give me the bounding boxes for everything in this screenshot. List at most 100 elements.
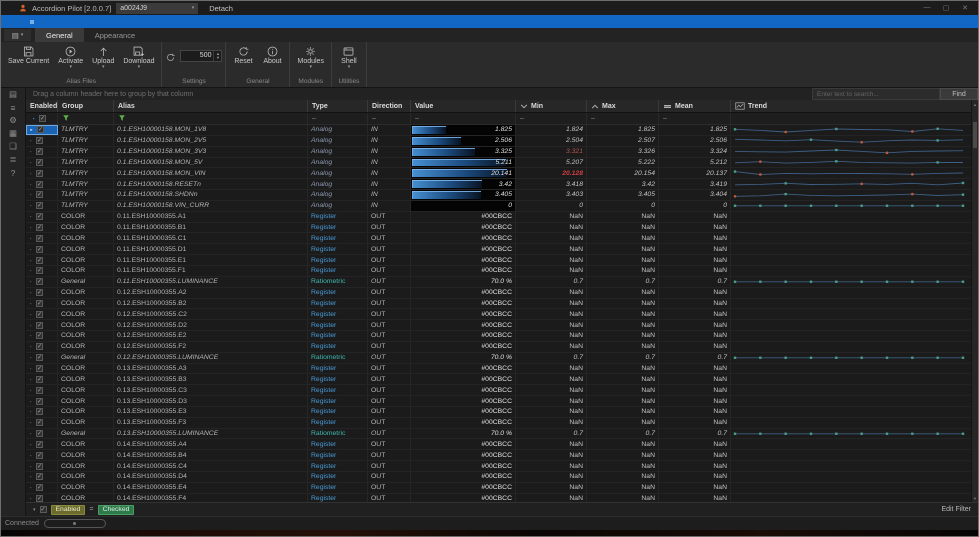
column-header-max[interactable]: Max [587,100,659,112]
type-cell[interactable]: Register [308,472,368,482]
minimize-button[interactable]: — [922,4,932,12]
type-cell[interactable]: Register [308,418,368,428]
filter-mean-cell[interactable]: – [659,113,731,124]
enabled-checkbox[interactable] [36,473,43,480]
sidebar-chart-icon[interactable]: ▦ [4,128,22,139]
column-header-min[interactable]: Min [516,100,587,112]
enabled-checkbox[interactable] [36,322,43,329]
filter-value-cell[interactable]: – [411,113,516,124]
enabled-checkbox[interactable] [36,181,43,188]
table-row[interactable]: ▪COLOR0.12.ESH10000355.C2RegisterOUT#00C… [26,309,971,320]
table-row[interactable]: ▪COLOR0.13.ESH10000355.E3RegisterOUT#00C… [26,407,971,418]
type-cell[interactable]: Analog [308,190,368,200]
table-row[interactable]: ▪COLOR0.12.ESH10000355.F2RegisterOUT#00C… [26,342,971,353]
table-row[interactable]: ▸TLMTRY0.1.ESH10000158.MON_1V8AnalogIN1.… [26,125,971,136]
filter-checkbox[interactable] [39,115,46,122]
enabled-cell[interactable]: ▪ [26,179,58,189]
table-row[interactable]: ▪COLOR0.12.ESH10000355.D2RegisterOUT#00C… [26,320,971,331]
table-row[interactable]: ▪COLOR0.13.ESH10000355.F3RegisterOUT#00C… [26,418,971,429]
type-cell[interactable]: Analog [308,147,368,157]
filter-alias-cell[interactable] [114,113,308,124]
upload-button[interactable]: Upload ▾ [88,43,118,70]
enabled-checkbox[interactable] [36,148,43,155]
filter-field-tag[interactable]: Enabled [51,505,86,515]
detach-button[interactable]: Detach [209,4,233,13]
table-row[interactable]: ▪TLMTRY0.1.ESH10000158.MON_VINAnalogIN20… [26,168,971,179]
filter-trend-cell[interactable] [731,113,971,124]
table-row[interactable]: ▪TLMTRY0.1.ESH10000158.MON_3V3AnalogIN3.… [26,147,971,158]
enabled-cell[interactable]: ▪ [26,418,58,428]
column-header-trend[interactable]: Trend [731,100,971,112]
enabled-cell[interactable]: ▪ [26,407,58,417]
type-cell[interactable]: Register [308,223,368,233]
group-by-bar[interactable]: Drag a column header here to group by th… [26,88,978,100]
enabled-cell[interactable]: ▸ [26,125,58,135]
enabled-cell[interactable]: ▪ [26,147,58,157]
type-cell[interactable]: Register [308,309,368,319]
enabled-checkbox[interactable] [37,126,44,133]
enabled-cell[interactable]: ▪ [26,288,58,298]
spinner-arrows[interactable]: ▲▼ [213,51,221,61]
enabled-cell[interactable]: ▪ [26,483,58,493]
column-header-value[interactable]: Value [411,100,516,112]
enabled-cell[interactable]: ▪ [26,255,58,265]
enabled-checkbox[interactable] [36,202,43,209]
enabled-cell[interactable]: ▪ [26,396,58,406]
table-row[interactable]: ▪COLOR0.13.ESH10000355.C3RegisterOUT#00C… [26,385,971,396]
filter-type-cell[interactable]: – [308,113,368,124]
type-cell[interactable]: Register [308,439,368,449]
table-row[interactable]: ▪COLOR0.13.ESH10000355.B3RegisterOUT#00C… [26,374,971,385]
column-header-type[interactable]: Type [308,100,368,112]
enabled-cell[interactable]: ▪ [26,385,58,395]
enabled-cell[interactable]: ▪ [26,342,58,352]
tab-general[interactable]: General [35,28,84,42]
enabled-cell[interactable]: ▪ [26,201,58,211]
enabled-cell[interactable]: ▪ [26,244,58,254]
type-cell[interactable]: Analog [308,136,368,146]
table-row[interactable]: ▪COLOR0.11.ESH10000355.A1RegisterOUT#00C… [26,212,971,223]
table-row[interactable]: ▪TLMTRY0.1.ESH10000158.SHDNnAnalogIN3.40… [26,190,971,201]
scroll-down-icon[interactable]: ▼ [972,494,978,502]
search-input[interactable]: Enter text to search... [812,88,940,100]
enabled-checkbox[interactable] [36,387,43,394]
type-cell[interactable]: Register [308,450,368,460]
profile-selector[interactable]: a0024J9 ▾ [116,3,198,14]
activate-button[interactable]: Activate ▾ [54,43,87,70]
table-row[interactable]: ▪COLOR0.14.ESH10000355.E4RegisterOUT#00C… [26,483,971,494]
type-cell[interactable]: Ratiometric [308,353,368,363]
enabled-cell[interactable]: ▪ [26,494,58,502]
table-row[interactable]: ▪COLOR0.12.ESH10000355.A2RegisterOUT#00C… [26,288,971,299]
enabled-cell[interactable]: ▪ [26,331,58,341]
enabled-cell[interactable]: ▪ [26,299,58,309]
enabled-checkbox[interactable] [36,257,43,264]
table-row[interactable]: ▪COLOR0.12.ESH10000355.B2RegisterOUT#00C… [26,299,971,310]
enabled-checkbox[interactable] [36,343,43,350]
type-cell[interactable]: Ratiometric [308,429,368,439]
enabled-cell[interactable]: ▪ [26,168,58,178]
enabled-cell[interactable]: ▪ [26,472,58,482]
enabled-cell[interactable]: ▪ [26,309,58,319]
filter-min-cell[interactable]: – [516,113,587,124]
enabled-cell[interactable]: ▪ [26,374,58,384]
enabled-checkbox[interactable] [36,484,43,491]
filter-value-tag[interactable]: Checked [98,505,135,515]
enabled-checkbox[interactable] [36,365,43,372]
reset-button[interactable]: Reset [229,43,257,65]
about-button[interactable]: About [258,43,286,65]
table-row[interactable]: ▪General0.11.ESH10000355.LUMINANCERatiom… [26,277,971,288]
type-cell[interactable]: Register [308,288,368,298]
type-cell[interactable]: Register [308,244,368,254]
close-button[interactable]: ✕ [960,4,970,12]
table-row[interactable]: ▪COLOR0.11.ESH10000355.F1RegisterOUT#00C… [26,266,971,277]
save-current-button[interactable]: Save Current [4,43,53,65]
column-header-group[interactable]: Group [58,100,114,112]
enabled-checkbox[interactable] [36,267,43,274]
table-row[interactable]: ▪COLOR0.11.ESH10000355.E1RegisterOUT#00C… [26,255,971,266]
type-cell[interactable]: Register [308,461,368,471]
find-button[interactable]: Find [940,88,978,100]
enabled-cell[interactable]: ▪ [26,277,58,287]
enabled-checkbox[interactable] [36,419,43,426]
enabled-checkbox[interactable] [36,463,43,470]
enabled-cell[interactable]: ▪ [26,353,58,363]
type-cell[interactable]: Analog [308,168,368,178]
